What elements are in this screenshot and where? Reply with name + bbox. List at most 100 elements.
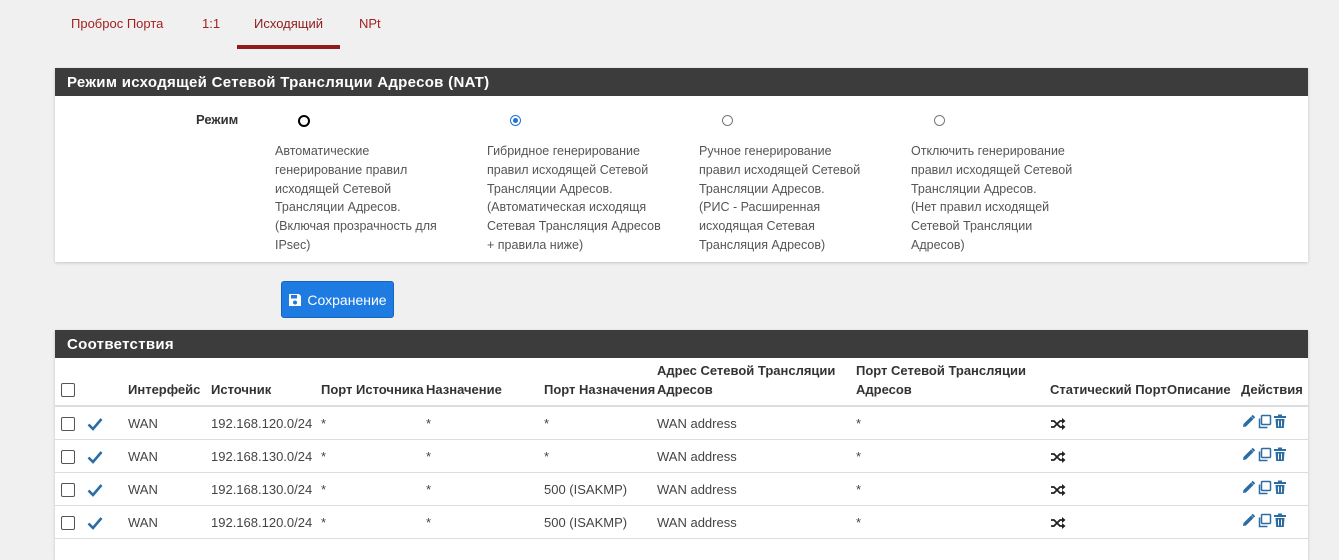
- cell-description: [1167, 406, 1241, 440]
- col-static-port: Статический Порт: [1050, 358, 1167, 407]
- table-row[interactable]: WAN 192.168.120.0/24 * * 500 (ISAKMP) WAN add…: [55, 505, 1308, 539]
- col-dest-port: Порт Назначения: [544, 358, 657, 407]
- floppy-disk-icon: [289, 293, 302, 306]
- mappings-panel-title: Соответствия: [55, 330, 1308, 358]
- trash-icon[interactable]: [1273, 447, 1287, 465]
- cell-static-port: [1050, 505, 1167, 539]
- pencil-icon[interactable]: [1241, 414, 1256, 432]
- cell-nat-address: WAN address: [657, 439, 856, 473]
- col-source-port: Порт Источника: [321, 358, 426, 407]
- nat-mode-description-line: IPsec): [275, 237, 311, 252]
- row-select-cell: [55, 505, 85, 539]
- nat-mode-description-line: Трансляция Адресов): [699, 237, 826, 252]
- cell-nat-address: WAN address: [657, 505, 856, 539]
- table-row[interactable]: WAN 192.168.130.0/24 * * * WAN address *: [55, 439, 1308, 473]
- col-source: Источник: [211, 358, 321, 407]
- nat-mode-description-line: исходящая Сетевая: [699, 219, 815, 234]
- row-select-cell: [55, 439, 85, 473]
- nat-mode-description-line: правил исходящей Сетевой: [487, 162, 649, 177]
- copy-icon[interactable]: [1257, 513, 1272, 531]
- mappings-table: Интерфейс Источник Порт Источника Назнач…: [55, 358, 1308, 539]
- row-status-cell: [85, 406, 128, 440]
- copy-icon[interactable]: [1257, 480, 1272, 498]
- nat-mode-description-line: Трансляции Адресов.: [487, 181, 613, 196]
- nat-mode-description-line: правил исходящей Сетевой: [699, 162, 861, 177]
- cell-interface: WAN: [128, 406, 211, 440]
- check-icon: [87, 516, 103, 530]
- cell-dest-port: 500 (ISAKMP): [544, 505, 657, 539]
- check-icon: [87, 417, 103, 431]
- row-select-cell: [55, 406, 85, 440]
- row-checkbox[interactable]: [61, 482, 75, 497]
- nat-mode-description-line: Сетевой Трансляции: [911, 219, 1033, 234]
- col-interface: Интерфейс: [128, 358, 211, 407]
- cell-static-port: [1050, 472, 1167, 506]
- tab-npt[interactable]: NPt: [359, 0, 381, 45]
- nat-mode-description-line: (Нет правил исходящей: [911, 200, 1050, 215]
- table-row[interactable]: WAN 192.168.130.0/24 * * 500 (ISAKMP) WAN add…: [55, 472, 1308, 506]
- cell-destination: *: [426, 406, 544, 440]
- cell-interface: WAN: [128, 439, 211, 473]
- cell-source: 192.168.120.0/24: [211, 505, 321, 539]
- nat-mode-description-line: (Автоматическая исходящя: [487, 200, 647, 215]
- select-all-cell: [55, 358, 85, 407]
- cell-destination: *: [426, 472, 544, 506]
- row-status-cell: [85, 439, 128, 473]
- nat-mode-description: Автоматические генерирование правил исходя…: [275, 142, 470, 255]
- pencil-icon[interactable]: [1241, 480, 1256, 498]
- check-icon: [87, 450, 103, 464]
- nat-mode-description-line: генерирование правил: [275, 162, 408, 177]
- table-row[interactable]: WAN 192.168.120.0/24 * * * WAN address *: [55, 406, 1308, 440]
- col-destination: Назначение: [426, 358, 544, 407]
- trash-icon[interactable]: [1273, 414, 1287, 432]
- cell-dest-port: *: [544, 406, 657, 440]
- nat-mode-description-line: правил исходящей Сетевой: [911, 162, 1073, 177]
- cell-source-port: *: [321, 439, 426, 473]
- nat-mode-radio[interactable]: [298, 115, 310, 127]
- pencil-icon[interactable]: [1241, 513, 1256, 531]
- save-button[interactable]: Сохранение: [281, 281, 394, 318]
- cell-actions: [1241, 406, 1308, 440]
- cell-description: [1167, 505, 1241, 539]
- cell-static-port: [1050, 406, 1167, 440]
- tab-outbound[interactable]: Исходящий: [237, 0, 340, 49]
- cell-nat-port: *: [856, 505, 1050, 539]
- nat-mode-radio[interactable]: [722, 115, 733, 126]
- nat-mode-radio[interactable]: [934, 115, 945, 126]
- trash-icon[interactable]: [1273, 513, 1287, 531]
- row-status-cell: [85, 472, 128, 506]
- cell-interface: WAN: [128, 505, 211, 539]
- cell-destination: *: [426, 505, 544, 539]
- cell-dest-port: 500 (ISAKMP): [544, 472, 657, 506]
- row-checkbox[interactable]: [61, 449, 75, 464]
- shuffle-icon: [1051, 484, 1066, 497]
- cell-source: 192.168.130.0/24: [211, 439, 321, 473]
- nat-mode-description-line: Трансляции Адресов.: [275, 200, 401, 215]
- copy-icon[interactable]: [1257, 414, 1272, 432]
- cell-source-port: *: [321, 505, 426, 539]
- cell-destination: *: [426, 439, 544, 473]
- cell-nat-port: *: [856, 439, 1050, 473]
- nat-mode-panel: Режим исходящей Сетевой Трансляции Адрес…: [55, 68, 1308, 262]
- table-header-row: Интерфейс Источник Порт Источника Назнач…: [55, 358, 1308, 407]
- select-all-checkbox[interactable]: [61, 382, 75, 397]
- row-select-cell: [55, 472, 85, 506]
- cell-actions: [1241, 505, 1308, 539]
- tab-port-forward[interactable]: Проброс Порта: [71, 0, 163, 45]
- nat-mode-description-line: (Включая прозрачность для: [275, 219, 437, 234]
- copy-icon[interactable]: [1257, 447, 1272, 465]
- row-checkbox[interactable]: [61, 416, 75, 431]
- nat-mode-description-line: Отключить генерирование: [911, 144, 1065, 158]
- row-checkbox[interactable]: [61, 515, 75, 530]
- nat-mode-description-line: Трансляции Адресов.: [699, 181, 825, 196]
- nat-mode-radio[interactable]: [510, 115, 521, 126]
- shuffle-icon: [1051, 418, 1066, 431]
- pencil-icon[interactable]: [1241, 447, 1256, 465]
- cell-source: 192.168.130.0/24: [211, 472, 321, 506]
- nat-mode-description-line: Ручное генерирование: [699, 144, 832, 158]
- nat-mode-description: Гибридное генерирование правил исходящей …: [487, 142, 682, 255]
- trash-icon[interactable]: [1273, 480, 1287, 498]
- nat-mode-description-line: + правила ниже): [487, 237, 584, 252]
- row-status-cell: [85, 505, 128, 539]
- tab-one-to-one[interactable]: 1:1: [202, 0, 220, 45]
